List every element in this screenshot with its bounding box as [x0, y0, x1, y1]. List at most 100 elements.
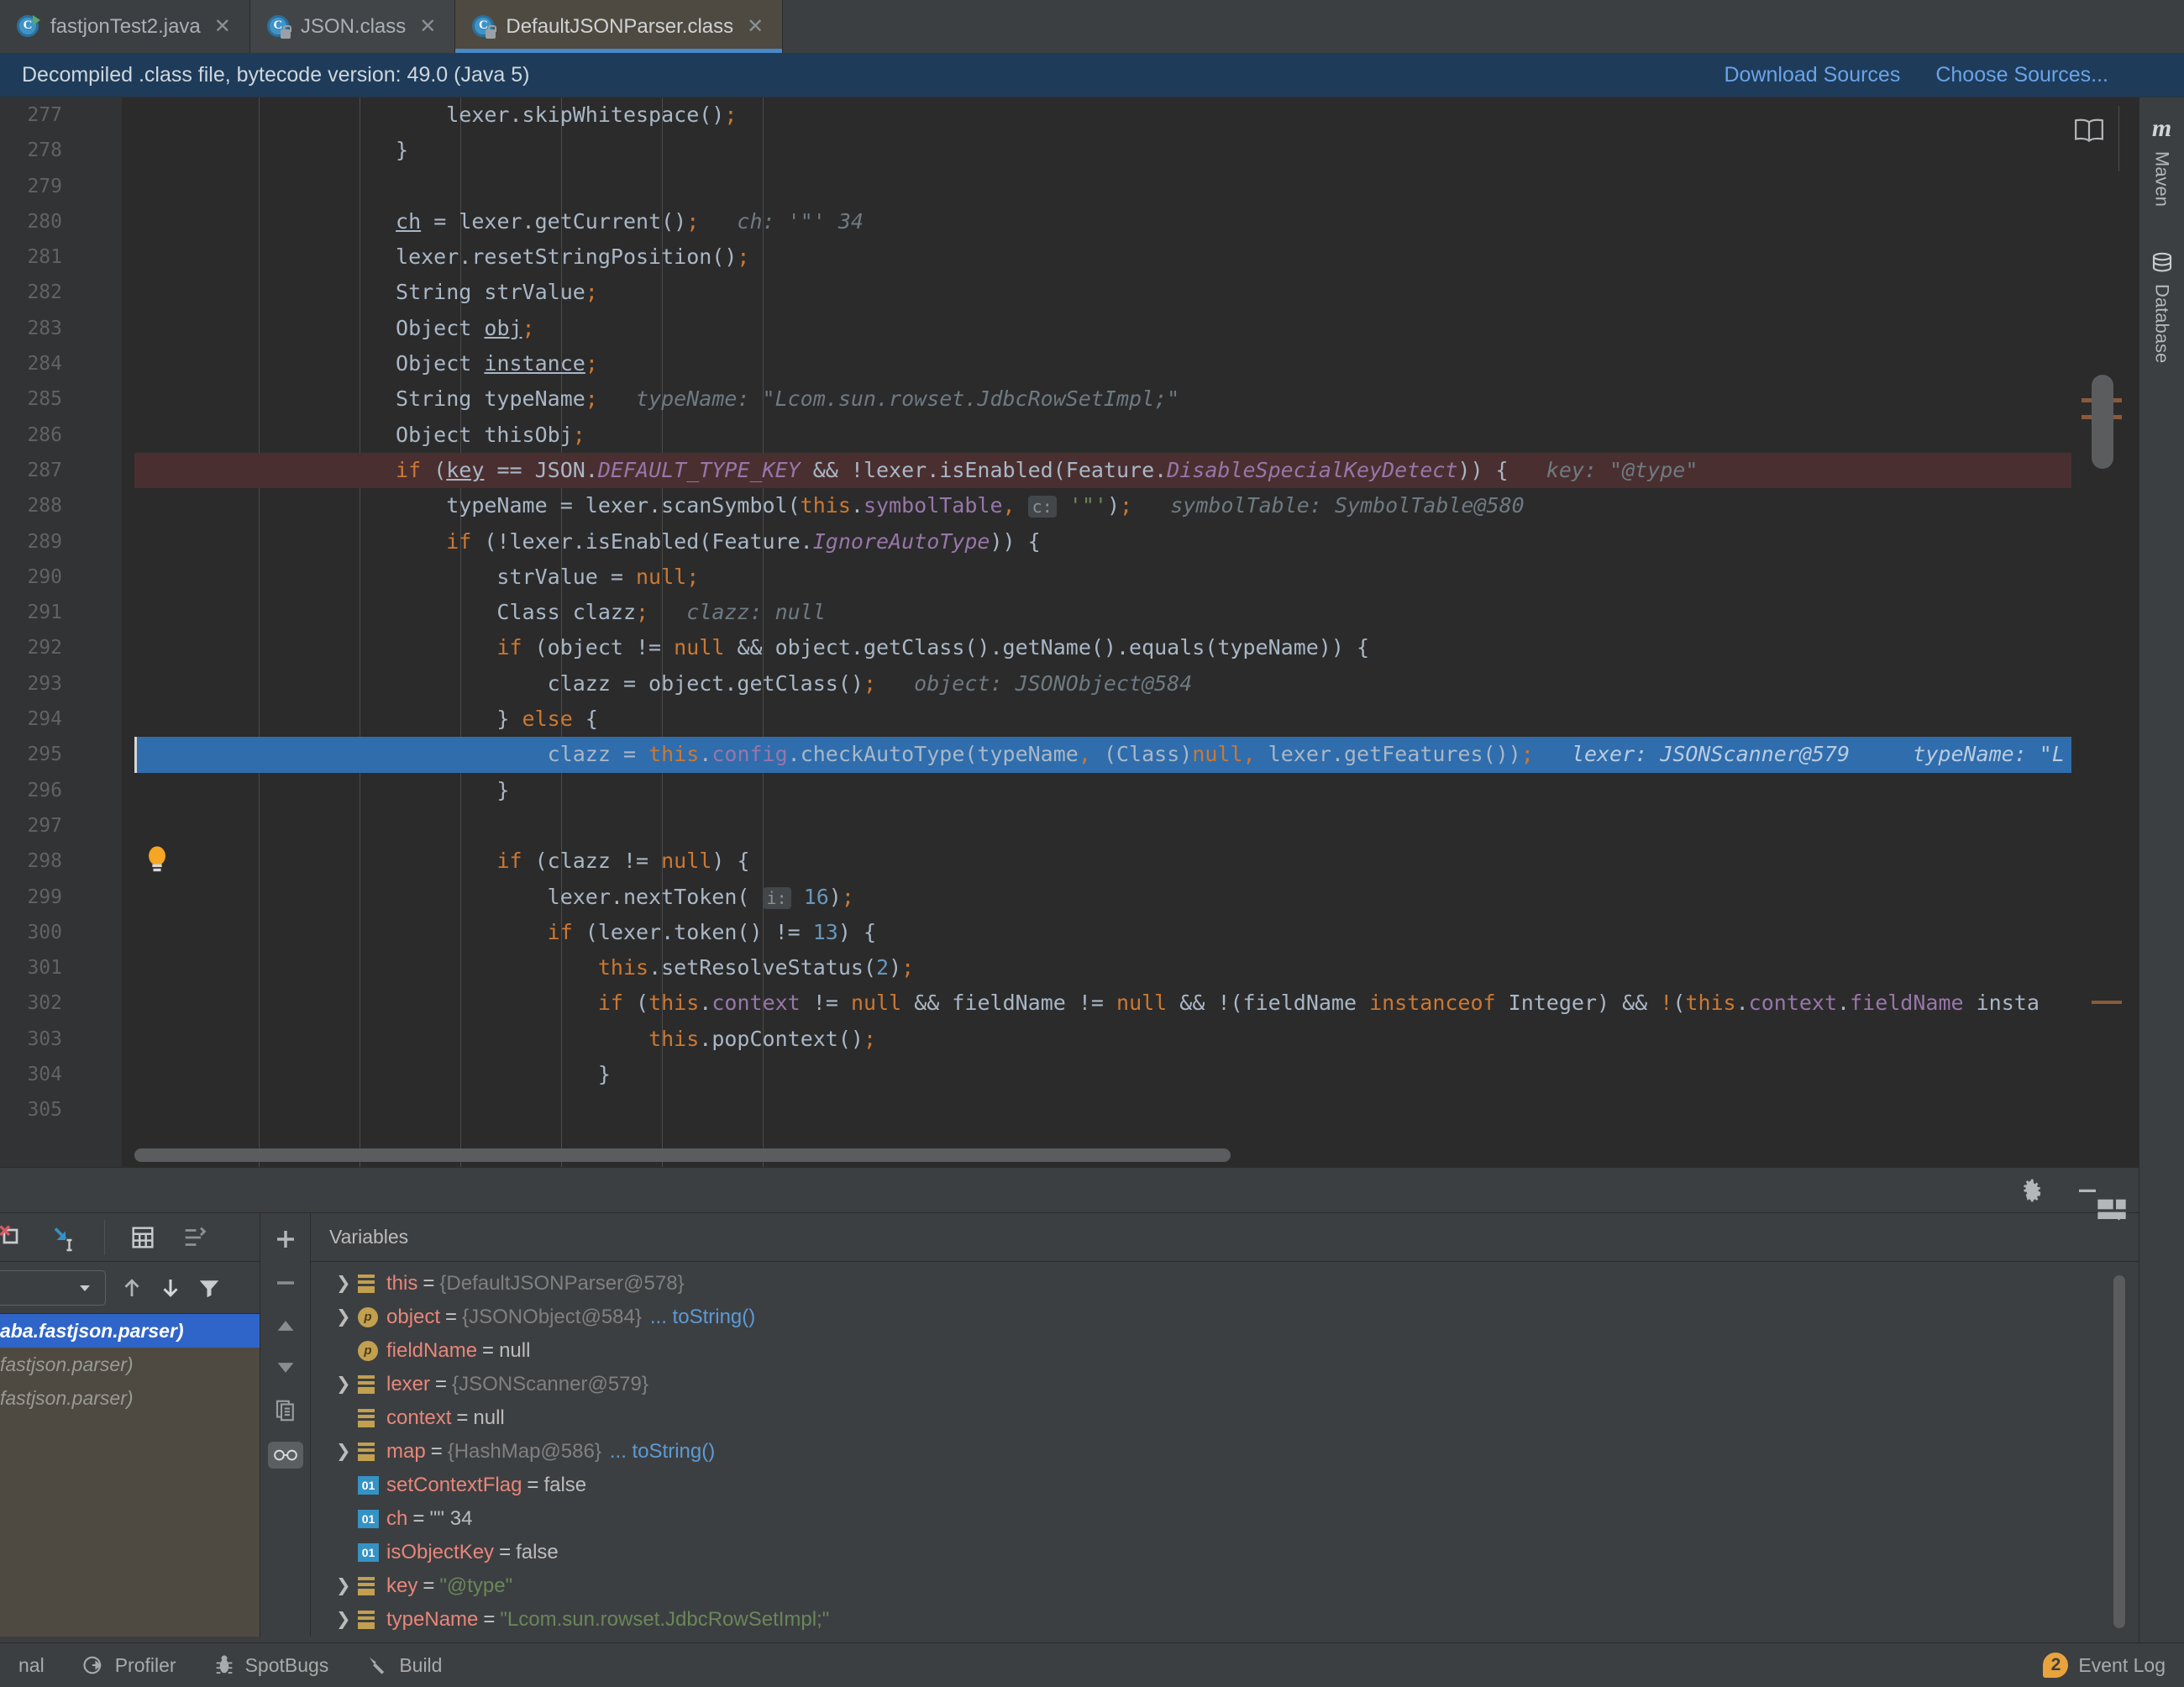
chevron-right-icon[interactable]: ❯ — [336, 1435, 358, 1469]
plus-icon[interactable] — [273, 1227, 298, 1252]
equals-sign: = — [499, 1541, 512, 1563]
gear-icon[interactable] — [2018, 1177, 2045, 1204]
java-class-locked-icon: C — [266, 14, 291, 39]
filter-icon[interactable] — [197, 1274, 222, 1302]
editor-tab-bar: C fastjonTest2.java ✕ C JSON.class ✕ C D… — [0, 0, 2184, 53]
force-step-into-icon[interactable] — [50, 1222, 81, 1253]
download-sources-link[interactable]: Download Sources — [1724, 63, 1900, 87]
variable-row[interactable]: ❯ p fieldName = null — [311, 1334, 2139, 1368]
chevron-right-icon[interactable]: ❯ — [336, 1267, 358, 1301]
tab-DefaultJSONParser-class[interactable]: C DefaultJSONParser.class ✕ — [455, 0, 784, 53]
variables-scrollbar[interactable] — [2113, 1275, 2125, 1628]
code-line-302: if (this.context != null && fieldName !=… — [597, 991, 2040, 1016]
variable-row[interactable]: ❯ key = "@type" — [311, 1569, 2139, 1603]
chevron-down-icon — [80, 1285, 90, 1291]
variable-name: setContextFlag — [386, 1474, 522, 1496]
tab-variables[interactable]: Variables — [329, 1226, 408, 1248]
tab-close-icon[interactable]: ✕ — [747, 16, 764, 37]
variable-row[interactable]: ❯ typeName = "Lcom.sun.rowset.JdbcRowSet… — [311, 1603, 2139, 1637]
frame-item[interactable]: fastjson.parser) — [0, 1381, 260, 1415]
editor-horizontal-scrollbar[interactable] — [134, 1148, 2071, 1162]
watches-tool-column — [260, 1213, 311, 1637]
tab-close-icon[interactable]: ✕ — [214, 16, 231, 37]
variable-row[interactable]: ❯ 01 setContextFlag = false — [311, 1469, 2139, 1502]
code-line-293: clazz = object.getClass(); object: JSONO… — [143, 670, 1193, 696]
code-content[interactable]: lexer.skipWhitespace(); } ch = lexer.get… — [134, 97, 2139, 1167]
tab-fastjonTest2-java[interactable]: C fastjonTest2.java ✕ — [0, 0, 250, 53]
tool-window-maven[interactable]: m Maven — [2151, 104, 2173, 217]
status-profiler[interactable]: Profiler — [63, 1653, 195, 1677]
minus-icon[interactable] — [273, 1270, 298, 1295]
tostring-link[interactable]: ... toString() — [642, 1301, 755, 1334]
variable-row[interactable]: ❯ 01 isObjectKey = false — [311, 1536, 2139, 1569]
error-stripe-marker[interactable] — [2092, 1001, 2122, 1004]
hammer-icon — [365, 1653, 389, 1677]
editor-gutter[interactable]: 277 278 279 280 281 282 283 284 285 286 … — [0, 97, 134, 1167]
code-line-285: String typeName; typeName: "Lcom.sun.row… — [143, 386, 1180, 412]
triangle-up-icon[interactable] — [274, 1314, 297, 1338]
variable-row[interactable]: ❯ map = {HashMap@586} ... toString() — [311, 1435, 2139, 1469]
variables-list[interactable]: ❯ this = {DefaultJSONParser@578} ❯ p obj… — [311, 1262, 2139, 1637]
line-number: 297 — [27, 814, 62, 837]
chevron-right-icon[interactable]: ❯ — [336, 1301, 358, 1334]
arrow-down-icon[interactable] — [158, 1274, 183, 1302]
variable-name: object — [386, 1306, 441, 1328]
field-icon — [358, 1274, 386, 1293]
code-line-288: typeName = lexer.scanSymbol(this.symbolT… — [143, 493, 1525, 518]
reader-mode-icon[interactable] — [2073, 118, 2105, 143]
line-number: 286 — [27, 423, 62, 446]
line-number: 302 — [27, 992, 62, 1015]
intention-bulb-icon[interactable] — [143, 844, 171, 875]
triangle-down-icon[interactable] — [274, 1356, 297, 1380]
choose-sources-link[interactable]: Choose Sources... — [1935, 63, 2108, 87]
status-build[interactable]: Build — [347, 1653, 460, 1677]
chevron-right-icon[interactable]: ❯ — [336, 1368, 358, 1401]
mute-breakpoints-icon[interactable] — [0, 1222, 27, 1253]
copy-icon[interactable] — [273, 1398, 298, 1423]
tab-close-icon[interactable]: ✕ — [419, 16, 436, 37]
equals-sign: = — [423, 1272, 435, 1295]
inline-values-icon[interactable] — [181, 1223, 209, 1252]
variable-row[interactable]: ❯ 01 ch = '"' 34 — [311, 1502, 2139, 1536]
line-number: 294 — [27, 708, 62, 731]
chevron-right-icon[interactable]: ❯ — [336, 1569, 358, 1603]
right-tool-window-strip: m Maven Database — [2139, 97, 2184, 1642]
frames-toolbar — [0, 1262, 260, 1314]
code-editor[interactable]: 277 278 279 280 281 282 283 284 285 286 … — [0, 97, 2139, 1167]
line-number: 284 — [27, 353, 62, 376]
layout-settings-button[interactable] — [2095, 1196, 2129, 1225]
tostring-link[interactable]: ... toString() — [601, 1435, 715, 1469]
glasses-icon[interactable] — [267, 1442, 303, 1469]
variable-row[interactable]: ❯ context = null — [311, 1401, 2139, 1435]
equals-sign: = — [412, 1507, 425, 1530]
equals-sign: = — [445, 1306, 458, 1328]
chevron-right-icon[interactable]: ❯ — [336, 1603, 358, 1637]
status-event-log[interactable]: 2 Event Log — [2024, 1653, 2184, 1678]
variable-row[interactable]: ❯ this = {DefaultJSONParser@578} — [311, 1267, 2139, 1301]
editor-marker-bar[interactable] — [2071, 97, 2139, 1167]
status-terminal[interactable]: nal — [0, 1654, 63, 1677]
editor-vertical-scrollbar[interactable] — [2092, 375, 2113, 469]
variable-row[interactable]: ❯ lexer = {JSONScanner@579} — [311, 1368, 2139, 1401]
variable-row[interactable]: ❯ p object = {JSONObject@584} ... toStri… — [311, 1301, 2139, 1334]
calculator-icon[interactable] — [129, 1223, 157, 1252]
line-number: 301 — [27, 957, 62, 980]
frames-list[interactable]: aba.fastjson.parser) fastjson.parser) fa… — [0, 1314, 260, 1637]
line-number: 279 — [27, 175, 62, 197]
line-number: 289 — [27, 530, 62, 553]
frame-item[interactable]: aba.fastjson.parser) — [0, 1314, 260, 1348]
line-number: 296 — [27, 779, 62, 801]
editor-and-debugger-column: 277 278 279 280 281 282 283 284 285 286 … — [0, 97, 2139, 1642]
frame-item[interactable]: fastjson.parser) — [0, 1348, 260, 1381]
variable-value: {JSONScanner@579} — [452, 1373, 648, 1395]
status-spotbugs[interactable]: SpotBugs — [195, 1653, 348, 1677]
arrow-up-icon[interactable] — [119, 1274, 144, 1302]
tool-window-database[interactable]: Database — [2150, 240, 2175, 373]
line-number: 292 — [27, 637, 62, 660]
variable-name: lexer — [386, 1373, 431, 1395]
status-label: Profiler — [114, 1653, 176, 1676]
tab-JSON-class[interactable]: C JSON.class ✕ — [249, 0, 456, 53]
equals-sign: = — [430, 1440, 443, 1463]
parameter-icon: p — [358, 1341, 386, 1361]
thread-selector[interactable] — [0, 1269, 106, 1306]
